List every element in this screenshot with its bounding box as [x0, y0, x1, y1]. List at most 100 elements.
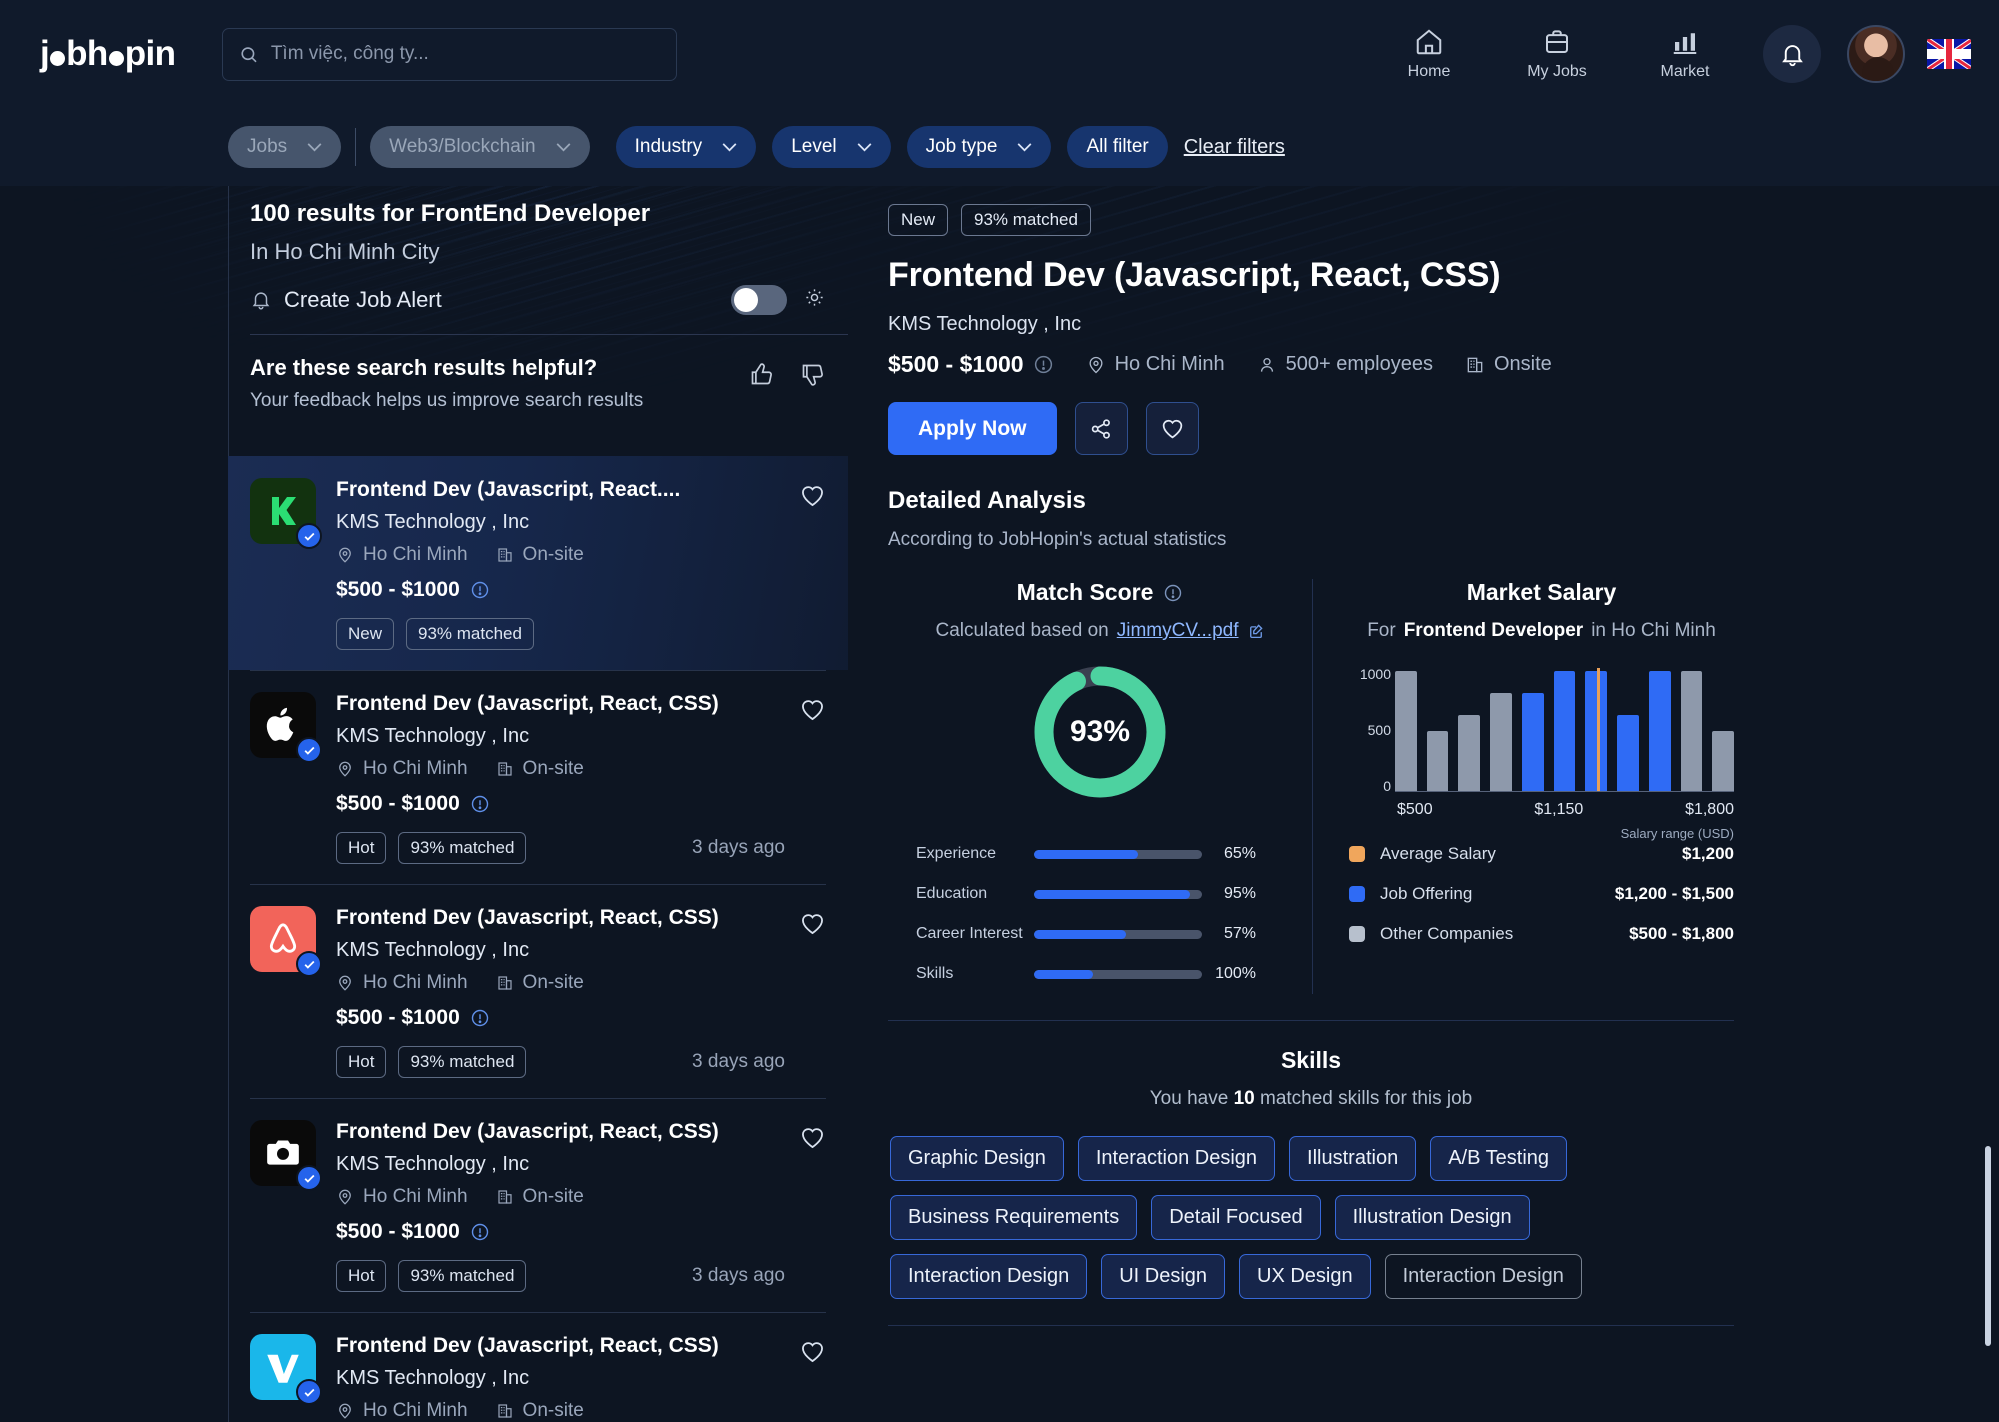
save-job-button[interactable] [799, 906, 826, 1078]
skill-chip[interactable]: Business Requirements [890, 1195, 1138, 1240]
market-for-suffix: in Ho Chi Minh [1591, 620, 1716, 641]
filter-label-industry: Industry [634, 136, 703, 157]
results-count-title: 100 results for FrontEnd Developer [250, 200, 651, 227]
thumbs-up-icon[interactable] [748, 361, 775, 393]
chart-y-axis: 1000 500 0 [1349, 666, 1391, 794]
match-bar-value: 57% [1223, 925, 1256, 942]
job-alert-toggle[interactable] [731, 285, 787, 315]
apply-now-button[interactable]: Apply Now [888, 402, 1057, 455]
page-scrollbar[interactable] [1985, 1146, 1991, 1346]
clear-filters-link[interactable]: Clear filters [1184, 136, 1285, 159]
kickstarter-k-icon [272, 497, 296, 525]
job-detail-panel: New 93% matched Frontend Dev (Javascript… [888, 186, 1735, 1422]
job-results-list[interactable]: Frontend Dev (Javascript, React.... KMS … [228, 456, 848, 1422]
save-job-button[interactable] [799, 478, 826, 650]
job-company: KMS Technology , Inc [336, 1367, 530, 1389]
skill-chip[interactable]: Interaction Design [1384, 1254, 1582, 1299]
filter-chip-all-filter[interactable]: All filter [1067, 126, 1168, 168]
x-tick-max: $1,800 [1685, 801, 1734, 818]
info-icon[interactable] [470, 580, 490, 600]
job-list-item[interactable]: Frontend Dev (Javascript, React, CSS) KM… [228, 670, 848, 884]
match-bar-value: 65% [1223, 845, 1256, 862]
filter-chip-job-type[interactable]: Job type [906, 126, 1052, 168]
filter-label-jobs: Jobs [247, 136, 288, 157]
job-info: Frontend Dev (Javascript, React, CSS) KM… [336, 1334, 785, 1422]
job-location: Ho Chi Minh [363, 972, 468, 993]
job-meta: Ho Chi Minh On-site [336, 1400, 785, 1422]
building-icon [497, 762, 512, 776]
job-alert-settings-button[interactable] [803, 286, 826, 314]
skill-chip[interactable]: Interaction Design [1077, 1136, 1276, 1181]
skill-chip[interactable]: Interaction Design [890, 1254, 1088, 1299]
match-score-source: Calculated based on JimmyCV...pdf [888, 620, 1312, 642]
thumbs-down-icon[interactable] [799, 361, 826, 393]
job-list-item[interactable]: Frontend Dev (Javascript, React, CSS) KM… [228, 1312, 848, 1422]
job-tag: 93% matched [406, 618, 534, 650]
skill-chip[interactable]: A/B Testing [1430, 1136, 1568, 1181]
job-tag: New [336, 618, 395, 650]
job-list-item[interactable]: Frontend Dev (Javascript, React, CSS) KM… [228, 884, 848, 1098]
logo-dot-icon [50, 50, 66, 66]
page-body: 100 results for FrontEnd Developer In Ho… [0, 186, 1999, 1422]
skill-chip[interactable]: Detail Focused [1151, 1195, 1321, 1240]
logo[interactable]: j bh pin [40, 34, 176, 74]
avatar[interactable] [1847, 25, 1905, 83]
info-icon[interactable] [1033, 354, 1054, 375]
market-salary-subtitle: For Frontend Developer in Ho Chi Minh [1349, 620, 1734, 642]
filter-chip-web3[interactable]: Web3/Blockchain [370, 126, 590, 168]
chevron-down-icon [722, 142, 737, 151]
job-salary-row: $500 - $1000 [336, 578, 785, 602]
job-salary: $500 - $1000 [336, 792, 460, 815]
legend-row: Average Salary $1,200 [1349, 840, 1734, 868]
save-job-button[interactable] [799, 1334, 826, 1422]
save-job-button[interactable] [1145, 402, 1199, 455]
job-tag: Hot [336, 1260, 387, 1292]
nav-label-home: Home [1407, 63, 1451, 80]
job-meta: Ho Chi Minh On-site [336, 972, 785, 994]
info-icon[interactable] [1163, 583, 1183, 603]
job-salary: $500 - $1000 [336, 578, 460, 601]
bell-icon [1781, 44, 1803, 66]
legend-label: Average Salary [1380, 844, 1496, 863]
match-score-donut: 93% [1030, 662, 1170, 802]
search-box[interactable] [222, 27, 678, 81]
filter-chip-jobs[interactable]: Jobs [228, 126, 342, 168]
create-job-alert-label: Create Job Alert [284, 287, 442, 312]
create-job-alert-row: Create Job Alert [250, 285, 848, 315]
info-icon[interactable] [470, 1008, 490, 1028]
skill-chip[interactable]: Illustration Design [1334, 1195, 1530, 1240]
job-worktype: On-site [522, 544, 584, 565]
job-list-item[interactable]: Frontend Dev (Javascript, React.... KMS … [228, 456, 848, 670]
cv-file-link[interactable]: JimmyCV...pdf [1117, 620, 1239, 642]
match-bar-row: Skills 100% [916, 954, 1312, 994]
chevron-down-icon [307, 142, 322, 151]
skill-chip[interactable]: Graphic Design [890, 1136, 1064, 1181]
nav-item-market[interactable]: Market [1621, 27, 1749, 81]
skill-chip[interactable]: UX Design [1239, 1254, 1371, 1299]
average-salary-marker [1597, 668, 1600, 791]
job-info: Frontend Dev (Javascript, React, CSS) KM… [336, 692, 785, 864]
detail-meta: $500 - $1000 Ho Chi Minh 500+ employees … [888, 351, 1734, 378]
match-score-value: 93% [1069, 715, 1131, 748]
nav-item-my-jobs[interactable]: My Jobs [1493, 27, 1621, 81]
filter-chip-level[interactable]: Level [772, 126, 891, 168]
match-score-panel: Match Score Calculated based on JimmyCV.… [888, 579, 1312, 994]
filter-chip-industry[interactable]: Industry [615, 126, 757, 168]
uk-flag-icon[interactable] [1927, 39, 1971, 69]
job-info: Frontend Dev (Javascript, React, CSS) KM… [336, 906, 785, 1078]
info-icon[interactable] [470, 794, 490, 814]
y-tick-1000: 1000 [1359, 666, 1391, 682]
skill-chip[interactable]: UI Design [1101, 1254, 1226, 1299]
heart-icon [802, 700, 823, 721]
save-job-button[interactable] [799, 692, 826, 864]
skill-chip[interactable]: Illustration [1289, 1136, 1417, 1181]
notifications-button[interactable] [1763, 25, 1821, 83]
market-role: Frontend Developer [1403, 620, 1584, 641]
info-icon[interactable] [470, 1222, 490, 1242]
search-input[interactable] [270, 43, 661, 65]
nav-item-home[interactable]: Home [1365, 27, 1493, 81]
job-list-item[interactable]: Frontend Dev (Javascript, React, CSS) KM… [228, 1098, 848, 1312]
share-button[interactable] [1074, 402, 1128, 455]
edit-icon[interactable] [1247, 622, 1265, 640]
save-job-button[interactable] [799, 1120, 826, 1292]
